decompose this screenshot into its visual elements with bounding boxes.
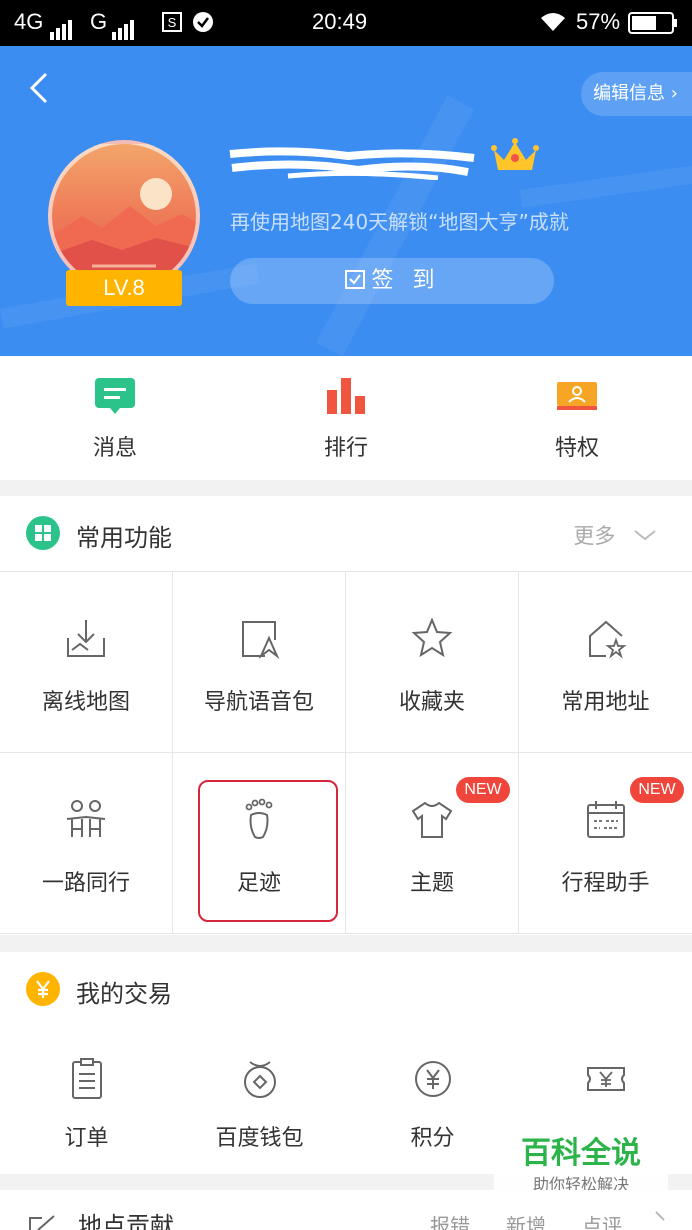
achievement-hint: 再使用地图240天解锁“地图大亨”成就 bbox=[230, 210, 569, 234]
transaction-order[interactable]: 订单 bbox=[0, 1028, 173, 1174]
function-trip-assistant[interactable]: NEW 行程助手 bbox=[519, 753, 692, 934]
svg-text:S: S bbox=[168, 15, 177, 30]
common-functions-header: 常用功能 更多 bbox=[0, 496, 692, 572]
transactions-header: 我的交易 bbox=[0, 952, 692, 1028]
more-label: 更多 bbox=[573, 524, 616, 548]
more-button[interactable]: 更多 bbox=[573, 520, 658, 550]
function-label: 行程助手 bbox=[561, 871, 650, 896]
function-voice-pack[interactable]: 导航语音包 bbox=[173, 572, 346, 753]
nav-privilege[interactable]: 特权 bbox=[462, 356, 692, 480]
calendar-icon bbox=[584, 797, 628, 845]
wallet-icon bbox=[240, 1058, 280, 1104]
function-label: 一路同行 bbox=[41, 871, 130, 896]
transactions-title: 我的交易 bbox=[76, 980, 172, 1008]
app-notification-icon: S bbox=[162, 12, 182, 38]
grid-icon bbox=[26, 516, 60, 550]
function-favorites[interactable]: 收藏夹 bbox=[346, 572, 519, 753]
coupon-icon bbox=[584, 1058, 628, 1104]
nav-ranking[interactable]: 排行 bbox=[231, 356, 461, 480]
offline-map-icon bbox=[64, 616, 108, 664]
edit-icon bbox=[29, 1215, 55, 1230]
transaction-label: 订单 bbox=[64, 1126, 109, 1151]
battery-icon bbox=[628, 12, 678, 40]
wifi-icon bbox=[538, 11, 568, 39]
function-label: 收藏夹 bbox=[398, 690, 465, 715]
companions-icon bbox=[64, 797, 108, 845]
function-label: 离线地图 bbox=[41, 690, 130, 715]
function-companions[interactable]: 一路同行 bbox=[0, 753, 173, 934]
nav-message[interactable]: 消息 bbox=[0, 356, 230, 480]
chevron-right-icon: › bbox=[670, 83, 678, 104]
nav-ranking-label: 排行 bbox=[323, 436, 368, 461]
tshirt-icon bbox=[410, 797, 454, 845]
chevron-down-icon bbox=[634, 530, 656, 541]
signal-icon-2 bbox=[112, 14, 136, 40]
message-icon bbox=[94, 376, 136, 420]
privilege-icon bbox=[556, 376, 598, 420]
ranking-icon bbox=[325, 376, 367, 420]
yuan-icon bbox=[26, 972, 60, 1006]
chevron-right-icon bbox=[655, 1211, 665, 1221]
checkbox-icon bbox=[344, 270, 365, 289]
map-background-street bbox=[519, 162, 692, 208]
clock: 20:49 bbox=[312, 9, 368, 34]
function-label: 主题 bbox=[409, 871, 454, 896]
home-star-icon bbox=[584, 616, 628, 664]
function-label: 常用地址 bbox=[561, 690, 650, 715]
function-common-address[interactable]: 常用地址 bbox=[519, 572, 692, 753]
transaction-wallet[interactable]: 百度钱包 bbox=[173, 1028, 346, 1174]
function-offline-map[interactable]: 离线地图 bbox=[0, 572, 173, 753]
check-icon bbox=[192, 11, 214, 39]
place-contribution-header: 地点贡献 报错 新增 点评 bbox=[0, 1190, 692, 1230]
new-badge: NEW bbox=[630, 777, 684, 803]
nav-privilege-label: 特权 bbox=[554, 436, 599, 461]
points-icon bbox=[413, 1058, 453, 1104]
transaction-label: 百度钱包 bbox=[215, 1126, 304, 1151]
username-redacted bbox=[228, 146, 476, 181]
quick-nav: 消息 排行 特权 bbox=[0, 356, 692, 480]
highlight-box bbox=[198, 780, 338, 922]
profile-header: 编辑信息 › LV.8 再使用地图240天解锁“地图大亨”成就 签 到 bbox=[0, 46, 692, 356]
report-error-link[interactable]: 报错 bbox=[430, 1210, 470, 1230]
checkin-label: 签 到 bbox=[371, 268, 441, 293]
common-functions-card: 常用功能 更多 离线地图 导航语音包 收藏夹 常用地址 一路同行 足迹 NEW … bbox=[0, 496, 692, 935]
add-place-link[interactable]: 新增 bbox=[506, 1210, 546, 1230]
review-link[interactable]: 点评 bbox=[582, 1210, 622, 1230]
place-contribution-title: 地点贡献 bbox=[78, 1212, 174, 1230]
signal-icon bbox=[50, 14, 74, 40]
watermark-title: 百科全说 bbox=[521, 1136, 641, 1171]
battery-percent: 57% bbox=[576, 9, 621, 34]
new-badge: NEW bbox=[456, 777, 510, 803]
chevron-left-icon bbox=[29, 72, 48, 104]
star-icon bbox=[410, 616, 454, 664]
status-bar: 4G G S 20:49 57% bbox=[0, 0, 692, 46]
sunset-landscape-image bbox=[52, 178, 196, 288]
crown-icon bbox=[490, 136, 540, 180]
edit-info-label: 编辑信息 bbox=[593, 83, 666, 104]
function-theme[interactable]: NEW 主题 bbox=[346, 753, 519, 934]
checkin-button[interactable]: 签 到 bbox=[230, 258, 554, 304]
edit-info-button[interactable]: 编辑信息 › bbox=[581, 72, 692, 116]
order-icon bbox=[67, 1058, 107, 1104]
level-badge: LV.8 bbox=[66, 270, 182, 306]
common-functions-title: 常用功能 bbox=[76, 524, 172, 552]
voice-pack-icon bbox=[237, 616, 281, 664]
network-type-g: G bbox=[90, 9, 108, 34]
function-label: 导航语音包 bbox=[203, 690, 314, 715]
nav-message-label: 消息 bbox=[92, 436, 137, 461]
back-button[interactable] bbox=[22, 68, 62, 108]
network-type-4g: 4G bbox=[14, 9, 44, 34]
